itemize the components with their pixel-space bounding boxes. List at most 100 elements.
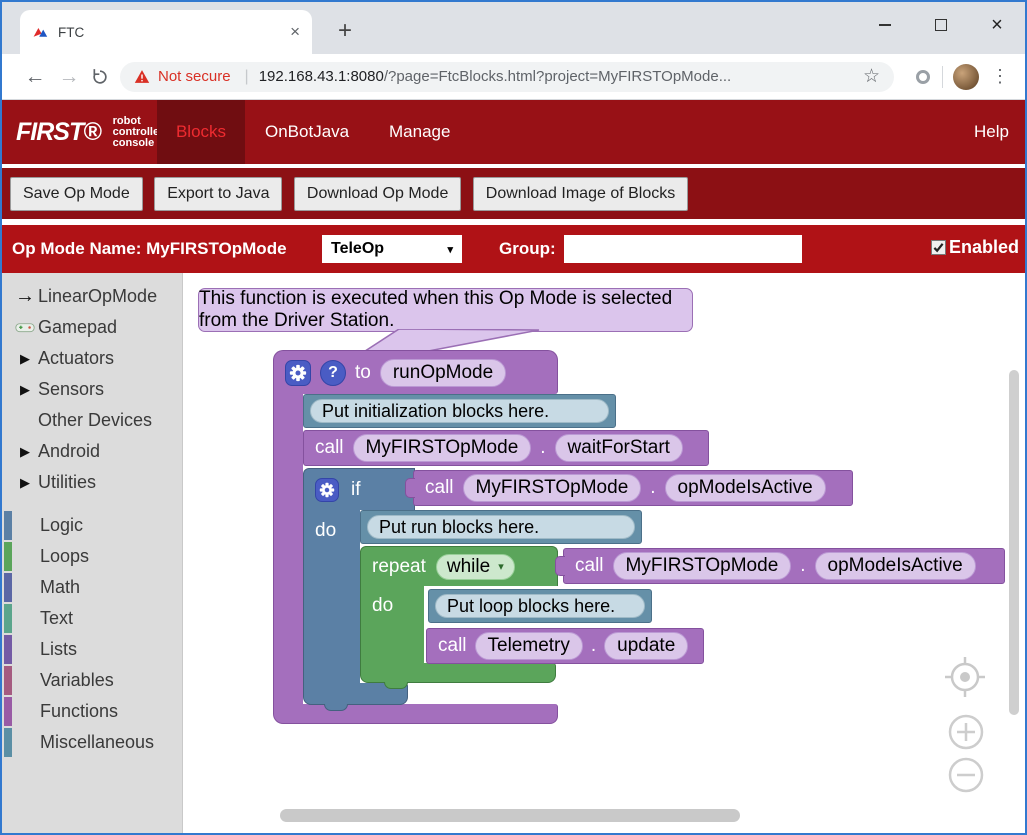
tab-strip: FTC × + × <box>2 2 1025 54</box>
not-secure-label[interactable]: Not secure <box>158 68 231 85</box>
block-repeat-bottom <box>360 663 556 683</box>
block-call-telemetry-update[interactable]: call Telemetry . update <box>426 628 704 664</box>
toolbox-category-variables[interactable]: Variables <box>2 665 182 696</box>
function-name-field[interactable]: runOpMode <box>380 359 506 387</box>
browser-menu-icon[interactable]: ⋮ <box>991 66 1009 87</box>
download-image-button[interactable]: Download Image of Blocks <box>473 177 688 211</box>
horizontal-scrollbar[interactable] <box>280 809 740 822</box>
category-color-swatch <box>4 728 12 757</box>
toolbox-label: Logic <box>40 515 83 536</box>
block-run-comment[interactable]: Put run blocks here. <box>360 510 642 544</box>
class-field[interactable]: MyFIRSTOpMode <box>353 434 532 462</box>
nav-tab-help[interactable]: Help <box>974 100 1009 164</box>
toolbox-item-other-devices[interactable]: Other Devices <box>2 405 182 436</box>
repeat-label: repeat <box>372 556 426 578</box>
tab-close-icon[interactable]: × <box>290 22 300 42</box>
back-button[interactable]: ← <box>18 65 52 89</box>
value-connector-tab <box>405 478 415 498</box>
help-question-icon[interactable]: ? <box>320 360 346 386</box>
zoom-out-button[interactable] <box>947 756 985 794</box>
extension-icon[interactable] <box>916 70 930 84</box>
toolbox-category-lists[interactable]: Lists <box>2 634 182 665</box>
comment-text-field[interactable]: Put run blocks here. <box>367 515 635 539</box>
toolbox-item-utilities[interactable]: ▶ Utilities <box>2 467 182 498</box>
enabled-checkbox[interactable] <box>931 240 946 255</box>
browser-tab[interactable]: FTC × <box>20 10 312 54</box>
toolbox-category-logic[interactable]: Logic <box>2 510 182 541</box>
method-field[interactable]: update <box>604 632 688 660</box>
method-field[interactable]: opModeIsActive <box>815 552 976 580</box>
enabled-control: Enabled <box>931 237 1019 258</box>
select-caret-icon: ▾ <box>447 243 453 256</box>
toolbox-label: Loops <box>40 546 89 567</box>
block-call-opmodeisactive-while[interactable]: call MyFIRSTOpMode . opModeIsActive <box>563 548 1005 584</box>
toolbox-item-gamepad[interactable]: Gamepad <box>2 312 182 343</box>
dropdown-caret-icon: ▾ <box>498 560 504 573</box>
block-to-runopmode[interactable]: ? to runOpMode <box>273 350 558 394</box>
toolbox-category-math[interactable]: Math <box>2 572 182 603</box>
window-controls: × <box>857 2 1025 48</box>
connector-bump <box>324 704 348 711</box>
save-op-mode-button[interactable]: Save Op Mode <box>10 177 143 211</box>
toolbox-item-android[interactable]: ▶ Android <box>2 436 182 467</box>
nav-tab-manage[interactable]: Manage <box>389 100 450 164</box>
export-to-java-button[interactable]: Export to Java <box>154 177 282 211</box>
zoom-in-button[interactable] <box>947 713 985 751</box>
block-call-opmodeisactive-if[interactable]: call MyFIRSTOpMode . opModeIsActive <box>413 470 853 506</box>
download-op-mode-button[interactable]: Download Op Mode <box>294 177 461 211</box>
dot-separator: . <box>650 477 655 499</box>
method-field[interactable]: waitForStart <box>555 434 683 462</box>
comment-text-field[interactable]: Put initialization blocks here. <box>310 399 609 423</box>
if-label: if <box>351 479 361 501</box>
method-field[interactable]: opModeIsActive <box>665 474 826 502</box>
toolbox-label: Sensors <box>38 379 104 400</box>
mutator-gear-icon[interactable] <box>285 360 311 386</box>
block-if[interactable]: if <box>303 468 415 510</box>
expand-triangle-icon: ▶ <box>12 351 38 367</box>
maximize-button[interactable] <box>913 2 969 48</box>
class-field[interactable]: MyFIRSTOpMode <box>613 552 792 580</box>
class-field[interactable]: Telemetry <box>475 632 583 660</box>
block-comment-bubble[interactable]: This function is executed when this Op M… <box>198 288 693 332</box>
block-call-waitforstart[interactable]: call MyFIRSTOpMode . waitForStart <box>303 430 709 466</box>
block-repeat-while[interactable]: repeat while ▾ <box>360 546 558 586</box>
mutator-gear-icon[interactable] <box>315 478 339 502</box>
url-path: /?page=FtcBlocks.html?project=MyFIRSTOpM… <box>384 68 731 85</box>
toolbox-category-functions[interactable]: Functions <box>2 696 182 727</box>
nav-tab-onbotjava[interactable]: OnBotJava <box>265 100 349 164</box>
block-init-comment[interactable]: Put initialization blocks here. <box>303 394 616 428</box>
toolbox-item-linearopmode[interactable]: → LinearOpMode <box>2 281 182 312</box>
brand-subtitle: robot controller console <box>113 116 164 149</box>
profile-avatar[interactable] <box>953 64 979 90</box>
expand-triangle-icon: ▶ <box>12 475 38 491</box>
tab-title: FTC <box>58 25 290 40</box>
zoom-reset-button[interactable] <box>941 653 989 701</box>
nav-tab-blocks[interactable]: Blocks <box>157 100 245 164</box>
reload-button[interactable] <box>90 67 110 87</box>
expand-triangle-icon: ▶ <box>12 382 38 398</box>
bookmark-star-icon[interactable]: ☆ <box>863 65 880 88</box>
check-icon <box>933 242 944 253</box>
class-field[interactable]: MyFIRSTOpMode <box>463 474 642 502</box>
toolbox-category-text[interactable]: Text <box>2 603 182 634</box>
group-input[interactable] <box>564 235 802 263</box>
new-tab-button[interactable]: + <box>330 16 360 46</box>
toolbox-item-sensors[interactable]: ▶ Sensors <box>2 374 182 405</box>
toolbox-item-actuators[interactable]: ▶ Actuators <box>2 343 182 374</box>
block-loop-comment[interactable]: Put loop blocks here. <box>428 589 652 623</box>
forward-button[interactable]: → <box>52 65 86 89</box>
dot-separator: . <box>800 555 805 577</box>
category-color-swatch <box>4 697 12 726</box>
vertical-scrollbar[interactable] <box>1009 370 1019 715</box>
divider <box>942 66 943 88</box>
url-field[interactable]: Not secure | 192.168.43.1:8080/?page=Ftc… <box>120 62 894 92</box>
blockly-workspace[interactable]: This function is executed when this Op M… <box>184 273 1025 833</box>
toolbox-label: Actuators <box>38 348 114 369</box>
toolbox-category-loops[interactable]: Loops <box>2 541 182 572</box>
while-dropdown[interactable]: while ▾ <box>436 554 515 580</box>
minimize-button[interactable] <box>857 2 913 48</box>
op-mode-type-select[interactable]: TeleOp ▾ <box>322 235 462 263</box>
comment-text-field[interactable]: Put loop blocks here. <box>435 594 645 618</box>
toolbox-category-miscellaneous[interactable]: Miscellaneous <box>2 727 182 758</box>
window-close-button[interactable]: × <box>969 2 1025 48</box>
